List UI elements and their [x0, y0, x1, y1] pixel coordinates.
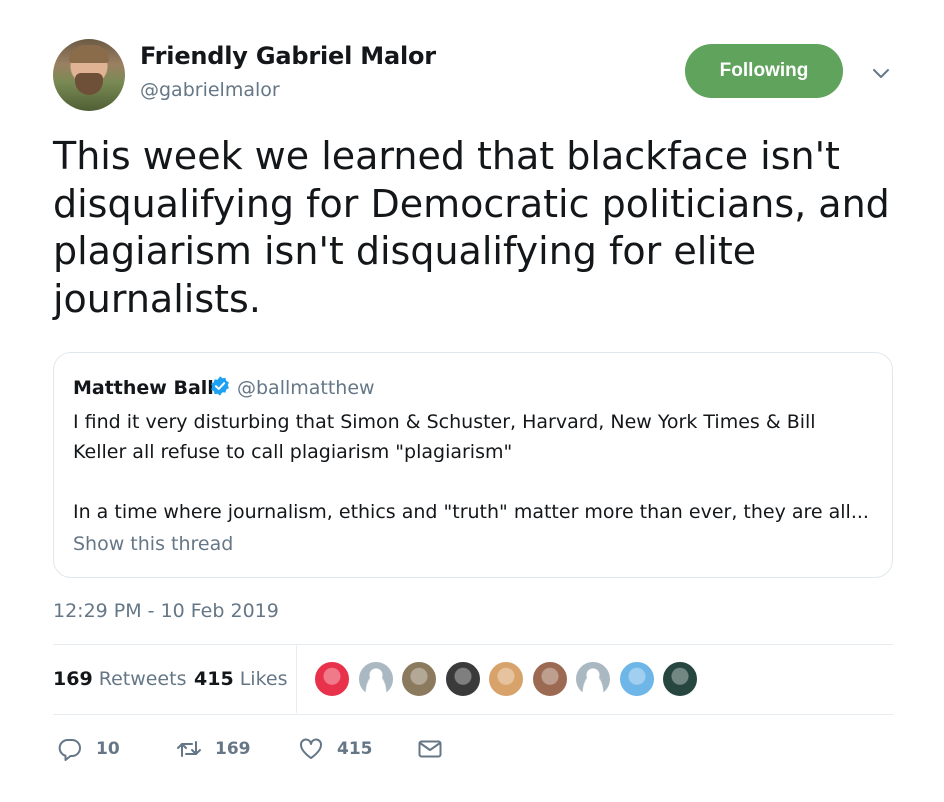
- reply-button[interactable]: 10: [57, 736, 120, 762]
- quoted-author-name[interactable]: Matthew Ball: [73, 377, 214, 399]
- quoted-tweet-text: I find it very disturbing that Simon & S…: [73, 407, 873, 527]
- liker-avatars: [313, 660, 705, 698]
- like-count: 415: [337, 739, 373, 759]
- woman-avatar-2[interactable]: [530, 660, 569, 698]
- cap-shape: [69, 45, 109, 63]
- retweet-button[interactable]: 169: [176, 736, 251, 762]
- retweets-count: 169: [53, 668, 93, 690]
- default-avatar[interactable]: [574, 660, 612, 698]
- tweet-timestamp[interactable]: 12:29 PM - 10 Feb 2019: [53, 600, 279, 622]
- reply-icon: [58, 738, 81, 761]
- likes-count: 415: [194, 668, 234, 690]
- dark-avatar[interactable]: [443, 660, 482, 698]
- quoted-tweet[interactable]: Matthew Ball @ballmatthew I find it very…: [53, 352, 893, 578]
- retweets-label: Retweets: [98, 668, 187, 690]
- divider: [53, 714, 893, 715]
- following-button[interactable]: Following: [685, 44, 843, 98]
- quoted-text-paragraph-2: In a time where journalism, ethics and "…: [73, 501, 869, 523]
- reply-count: 10: [96, 739, 120, 759]
- chevron-down-icon[interactable]: [870, 62, 892, 84]
- like-button[interactable]: 415: [298, 736, 373, 762]
- likes-label: Likes: [239, 668, 288, 690]
- verified-badge-icon: [211, 376, 229, 396]
- man-avatar[interactable]: [400, 660, 438, 698]
- woman-avatar[interactable]: [487, 660, 525, 698]
- show-thread-link[interactable]: Show this thread: [73, 533, 233, 555]
- retweet-icon: [177, 741, 201, 757]
- quoted-text-paragraph-1: I find it very disturbing that Simon & S…: [73, 411, 816, 463]
- author-name[interactable]: Friendly Gabriel Malor: [140, 42, 436, 70]
- likes-stat[interactable]: 415 Likes: [194, 668, 288, 690]
- retweet-count: 169: [215, 739, 251, 759]
- dark-avatar-2[interactable]: [661, 660, 699, 698]
- map-avatar[interactable]: [617, 660, 656, 698]
- flower-avatar[interactable]: [313, 660, 351, 698]
- author-handle[interactable]: @gabrielmalor: [140, 79, 280, 101]
- author-avatar[interactable]: [53, 39, 125, 111]
- retweets-stat[interactable]: 169 Retweets: [53, 668, 186, 690]
- heart-icon: [300, 738, 322, 759]
- tweet-text: This week we learned that blackface isn'…: [53, 134, 890, 321]
- envelope-icon: [418, 740, 442, 758]
- direct-message-button[interactable]: [417, 736, 443, 762]
- vertical-divider: [296, 645, 297, 713]
- default-avatar[interactable]: [356, 660, 395, 698]
- beard-shape: [75, 73, 103, 95]
- divider: [53, 644, 893, 645]
- quoted-author-handle[interactable]: @ballmatthew: [237, 377, 375, 399]
